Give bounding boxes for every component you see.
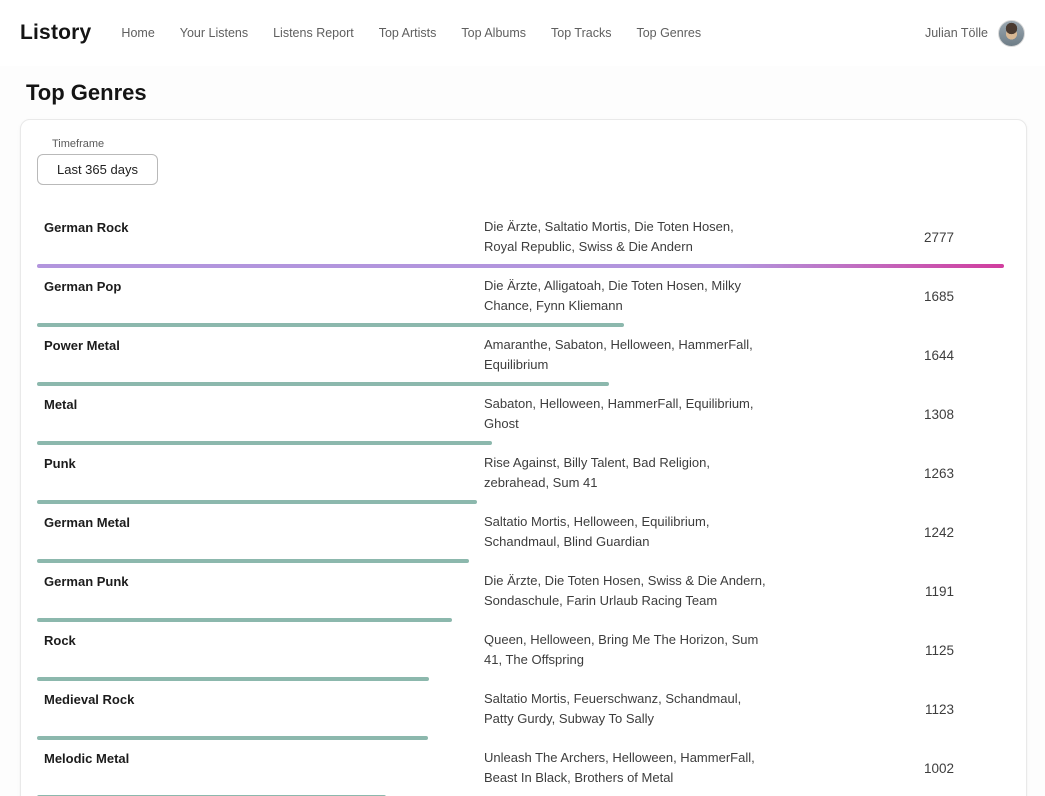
nav-item-top-artists[interactable]: Top Artists [379, 26, 437, 40]
genre-list: German Rock Die Ärzte, Saltatio Mortis, … [37, 209, 1004, 796]
top-bar: Listory Home Your Listens Listens Report To… [0, 0, 1045, 66]
genre-name: Melodic Metal [37, 748, 484, 769]
genre-count: 1191 [768, 584, 1004, 599]
genre-row: Punk Rise Against, Billy Talent, Bad Rel… [37, 445, 1004, 504]
genre-artists: Sabaton, Helloween, HammerFall, Equilibr… [484, 394, 768, 434]
user-name: Julian Tölle [925, 26, 988, 40]
timeframe-label: Timeframe [52, 138, 1004, 150]
genre-count: 1123 [768, 702, 1004, 717]
genre-artists: Die Ärzte, Alligatoah, Die Toten Hosen, … [484, 276, 768, 316]
genre-count: 1242 [768, 525, 1004, 540]
genre-count: 1308 [768, 407, 1004, 422]
genre-name: German Metal [37, 512, 484, 533]
genre-count: 2777 [768, 230, 1004, 245]
genre-row: German Punk Die Ärzte, Die Toten Hosen, … [37, 563, 1004, 622]
page-title: Top Genres [0, 80, 1045, 106]
user-menu[interactable]: Julian Tölle [925, 20, 1025, 47]
genre-name: German Pop [37, 276, 484, 297]
genre-row: Melodic Metal Unleash The Archers, Hello… [37, 740, 1004, 796]
genre-row: Rock Queen, Helloween, Bring Me The Hori… [37, 622, 1004, 681]
timeframe-select[interactable]: Last 365 days [37, 154, 158, 185]
brand-logo[interactable]: Listory [20, 21, 91, 45]
genre-count: 1685 [768, 289, 1004, 304]
nav-item-top-albums[interactable]: Top Albums [461, 26, 526, 40]
nav-item-your-listens[interactable]: Your Listens [180, 26, 248, 40]
genre-count: 1263 [768, 466, 1004, 481]
genre-artists: Rise Against, Billy Talent, Bad Religion… [484, 453, 768, 493]
genre-row: Power Metal Amaranthe, Sabaton, Hellowee… [37, 327, 1004, 386]
genre-artists: Saltatio Mortis, Feuerschwanz, Schandmau… [484, 689, 768, 729]
genre-count: 1002 [768, 761, 1004, 776]
genre-artists: Queen, Helloween, Bring Me The Horizon, … [484, 630, 768, 670]
genre-name: Power Metal [37, 335, 484, 356]
genre-name: Punk [37, 453, 484, 474]
nav-item-top-genres[interactable]: Top Genres [636, 26, 701, 40]
genre-name: German Rock [37, 217, 484, 238]
nav-item-home[interactable]: Home [121, 26, 154, 40]
genre-name: Medieval Rock [37, 689, 484, 710]
genre-count: 1125 [768, 643, 1004, 658]
top-genres-card: Timeframe Last 365 days German Rock Die … [20, 119, 1027, 796]
genre-row: Metal Sabaton, Helloween, HammerFall, Eq… [37, 386, 1004, 445]
genre-name: Rock [37, 630, 484, 651]
genre-artists: Die Ärzte, Die Toten Hosen, Swiss & Die … [484, 571, 768, 611]
genre-artists: Die Ärzte, Saltatio Mortis, Die Toten Ho… [484, 217, 768, 257]
nav-item-top-tracks[interactable]: Top Tracks [551, 26, 611, 40]
genre-artists: Amaranthe, Sabaton, Helloween, HammerFal… [484, 335, 768, 375]
genre-name: Metal [37, 394, 484, 415]
user-avatar[interactable] [998, 20, 1025, 47]
genre-count: 1644 [768, 348, 1004, 363]
genre-artists: Unleash The Archers, Helloween, HammerFa… [484, 748, 768, 788]
genre-artists: Saltatio Mortis, Helloween, Equilibrium,… [484, 512, 768, 552]
genre-name: German Punk [37, 571, 484, 592]
genre-row: German Rock Die Ärzte, Saltatio Mortis, … [37, 209, 1004, 268]
genre-row: German Metal Saltatio Mortis, Helloween,… [37, 504, 1004, 563]
genre-row: Medieval Rock Saltatio Mortis, Feuerschw… [37, 681, 1004, 740]
nav-item-listens-report[interactable]: Listens Report [273, 26, 354, 40]
main-nav: Home Your Listens Listens Report Top Artist… [121, 26, 925, 40]
genre-row: German Pop Die Ärzte, Alligatoah, Die To… [37, 268, 1004, 327]
